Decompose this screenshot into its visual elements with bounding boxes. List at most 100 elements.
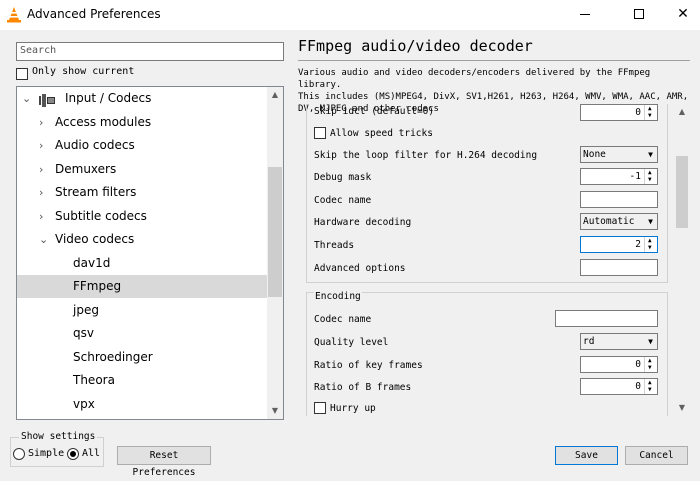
ratio-key-frames-value: 0 [635, 359, 641, 370]
spin-arrows[interactable]: ▲ ▼ [644, 379, 657, 394]
threads-value: 2 [635, 239, 641, 250]
panel-divider [298, 60, 690, 61]
tree-item[interactable]: Schroedinger [17, 346, 269, 369]
tree-item[interactable]: vpx [17, 393, 269, 416]
simple-radio[interactable] [13, 448, 25, 460]
tree-item[interactable]: › Audio codecs [17, 134, 269, 157]
tree-scrollbar[interactable]: ▲ ▼ [267, 87, 283, 419]
ratio-b-frames-label: Ratio of B frames [314, 382, 412, 393]
maximize-button[interactable] [616, 0, 662, 30]
hardware-decoding-label: Hardware decoding [314, 217, 412, 228]
spin-down-icon[interactable]: ▼ [648, 113, 652, 119]
save-button[interactable]: Save [555, 446, 618, 465]
tree-item[interactable]: ⌄ Video codecs [17, 228, 269, 251]
chevron-down-icon[interactable]: ⌄ [22, 87, 31, 110]
spin-arrows[interactable]: ▲ ▼ [644, 105, 657, 120]
hurry-up-checkbox[interactable] [314, 402, 326, 414]
tree-item[interactable]: Theora [17, 369, 269, 392]
chevron-right-icon[interactable]: › [39, 158, 43, 181]
threads-spinbox[interactable]: 2 ▲ ▼ [580, 236, 658, 253]
debug-mask-value: -1 [629, 171, 641, 182]
debug-mask-label: Debug mask [314, 172, 372, 183]
tree-item[interactable]: › Subtitle codecs [17, 205, 269, 228]
scroll-down-icon[interactable]: ▼ [674, 400, 690, 416]
window-title: Advanced Preferences [27, 7, 161, 21]
tree-item[interactable]: › Access modules [17, 111, 269, 134]
input-codecs-icon [39, 92, 55, 107]
maximize-icon [634, 9, 644, 19]
search-placeholder: Search [20, 45, 57, 56]
show-settings-legend: Show settings [19, 431, 98, 442]
scroll-up-icon[interactable]: ▲ [674, 104, 690, 120]
cancel-button[interactable]: Cancel [625, 446, 688, 465]
tree-item-label: Video codecs [55, 232, 135, 246]
options-scroll-thumb[interactable] [676, 156, 688, 228]
tree-item[interactable]: › Stream filters [17, 181, 269, 204]
enc-codec-name-input[interactable] [555, 310, 658, 327]
skip-loop-filter-value: None [583, 149, 606, 160]
advanced-options-input[interactable] [580, 259, 658, 276]
minimize-button[interactable] [562, 0, 608, 30]
show-settings-group: Show settings Simple All [10, 431, 104, 467]
ratio-key-frames-spinbox[interactable]: 0 ▲ ▼ [580, 356, 658, 373]
panel-title: FFmpeg audio/video decoder [298, 37, 533, 55]
spin-down-icon[interactable]: ▼ [648, 387, 652, 393]
spin-arrows[interactable]: ▲ ▼ [644, 169, 657, 184]
all-label: All [82, 448, 101, 459]
tree-item-label: Schroedinger [73, 349, 153, 364]
options-scrollbar[interactable]: ▲ ▼ [674, 104, 690, 416]
ratio-b-frames-spinbox[interactable]: 0 ▲ ▼ [580, 378, 658, 395]
chevron-right-icon[interactable]: › [39, 205, 43, 228]
codec-name-input[interactable] [580, 191, 658, 208]
chevron-right-icon[interactable]: › [39, 111, 43, 134]
tree-item-label: vpx [73, 396, 95, 411]
chevron-right-icon[interactable]: › [39, 181, 43, 204]
spin-arrows[interactable]: ▲ ▼ [644, 237, 657, 252]
spin-arrows[interactable]: ▲ ▼ [644, 357, 657, 372]
allow-speed-tricks-checkbox[interactable] [314, 127, 326, 139]
chevron-right-icon[interactable]: › [39, 134, 43, 157]
hardware-decoding-select[interactable]: Automatic ▼ [580, 213, 658, 230]
tree-item[interactable]: jpeg [17, 299, 269, 322]
simple-label: Simple [28, 448, 65, 459]
tree-item-label: FFmpeg [73, 279, 122, 293]
reset-preferences-button[interactable]: Reset Preferences [117, 446, 211, 478]
scroll-down-icon[interactable]: ▼ [267, 403, 283, 419]
tree-item[interactable]: qsv [17, 322, 269, 345]
only-show-current-checkbox[interactable]: Only show current [16, 66, 134, 80]
tree-item[interactable]: ⌄ Input / Codecs [17, 87, 269, 110]
chevron-down-icon: ▼ [648, 150, 653, 159]
search-input[interactable]: Search [16, 42, 284, 61]
skip-idct-value: 0 [635, 107, 641, 118]
hardware-decoding-value: Automatic [583, 216, 635, 227]
tree-item[interactable]: dav1d [17, 252, 269, 275]
options-scroll-area[interactable]: Skip idct (default=0) 0 ▲ ▼ Allow speed t… [298, 104, 690, 416]
hurry-up-label: Hurry up [330, 403, 376, 414]
scroll-up-icon[interactable]: ▲ [267, 87, 283, 103]
threads-label: Threads [314, 240, 355, 251]
preferences-tree[interactable]: ⌄ Input / Codecs › Access modules › Audio cod… [16, 86, 284, 420]
tree-item-label: Input / Codecs [65, 91, 152, 105]
skip-idct-spinbox[interactable]: 0 ▲ ▼ [580, 104, 658, 121]
vlc-cone-icon [7, 7, 21, 23]
only-show-current-box[interactable] [16, 67, 28, 80]
ratio-b-frames-value: 0 [635, 381, 641, 392]
close-button[interactable]: ✕ [660, 0, 700, 30]
tree-scroll-thumb[interactable] [268, 167, 282, 297]
debug-mask-spinbox[interactable]: -1 ▲ ▼ [580, 168, 658, 185]
enc-codec-name-label: Codec name [314, 314, 372, 325]
advanced-options-label: Advanced options [314, 263, 406, 274]
tree-item-label: Stream filters [55, 185, 137, 199]
encoding-legend: Encoding [314, 291, 362, 302]
tree-item[interactable]: FFmpeg [17, 275, 269, 298]
all-radio[interactable] [67, 448, 79, 460]
allow-speed-tricks-label: Allow speed tricks [330, 128, 433, 139]
spin-down-icon[interactable]: ▼ [648, 245, 652, 251]
spin-down-icon[interactable]: ▼ [648, 177, 652, 183]
tree-item[interactable]: › Demuxers [17, 158, 269, 181]
quality-level-select[interactable]: rd ▼ [580, 333, 658, 350]
skip-loop-filter-select[interactable]: None ▼ [580, 146, 658, 163]
tree-item-label: Subtitle codecs [55, 208, 147, 223]
spin-down-icon[interactable]: ▼ [648, 365, 652, 371]
chevron-down-icon[interactable]: ⌄ [39, 228, 48, 251]
